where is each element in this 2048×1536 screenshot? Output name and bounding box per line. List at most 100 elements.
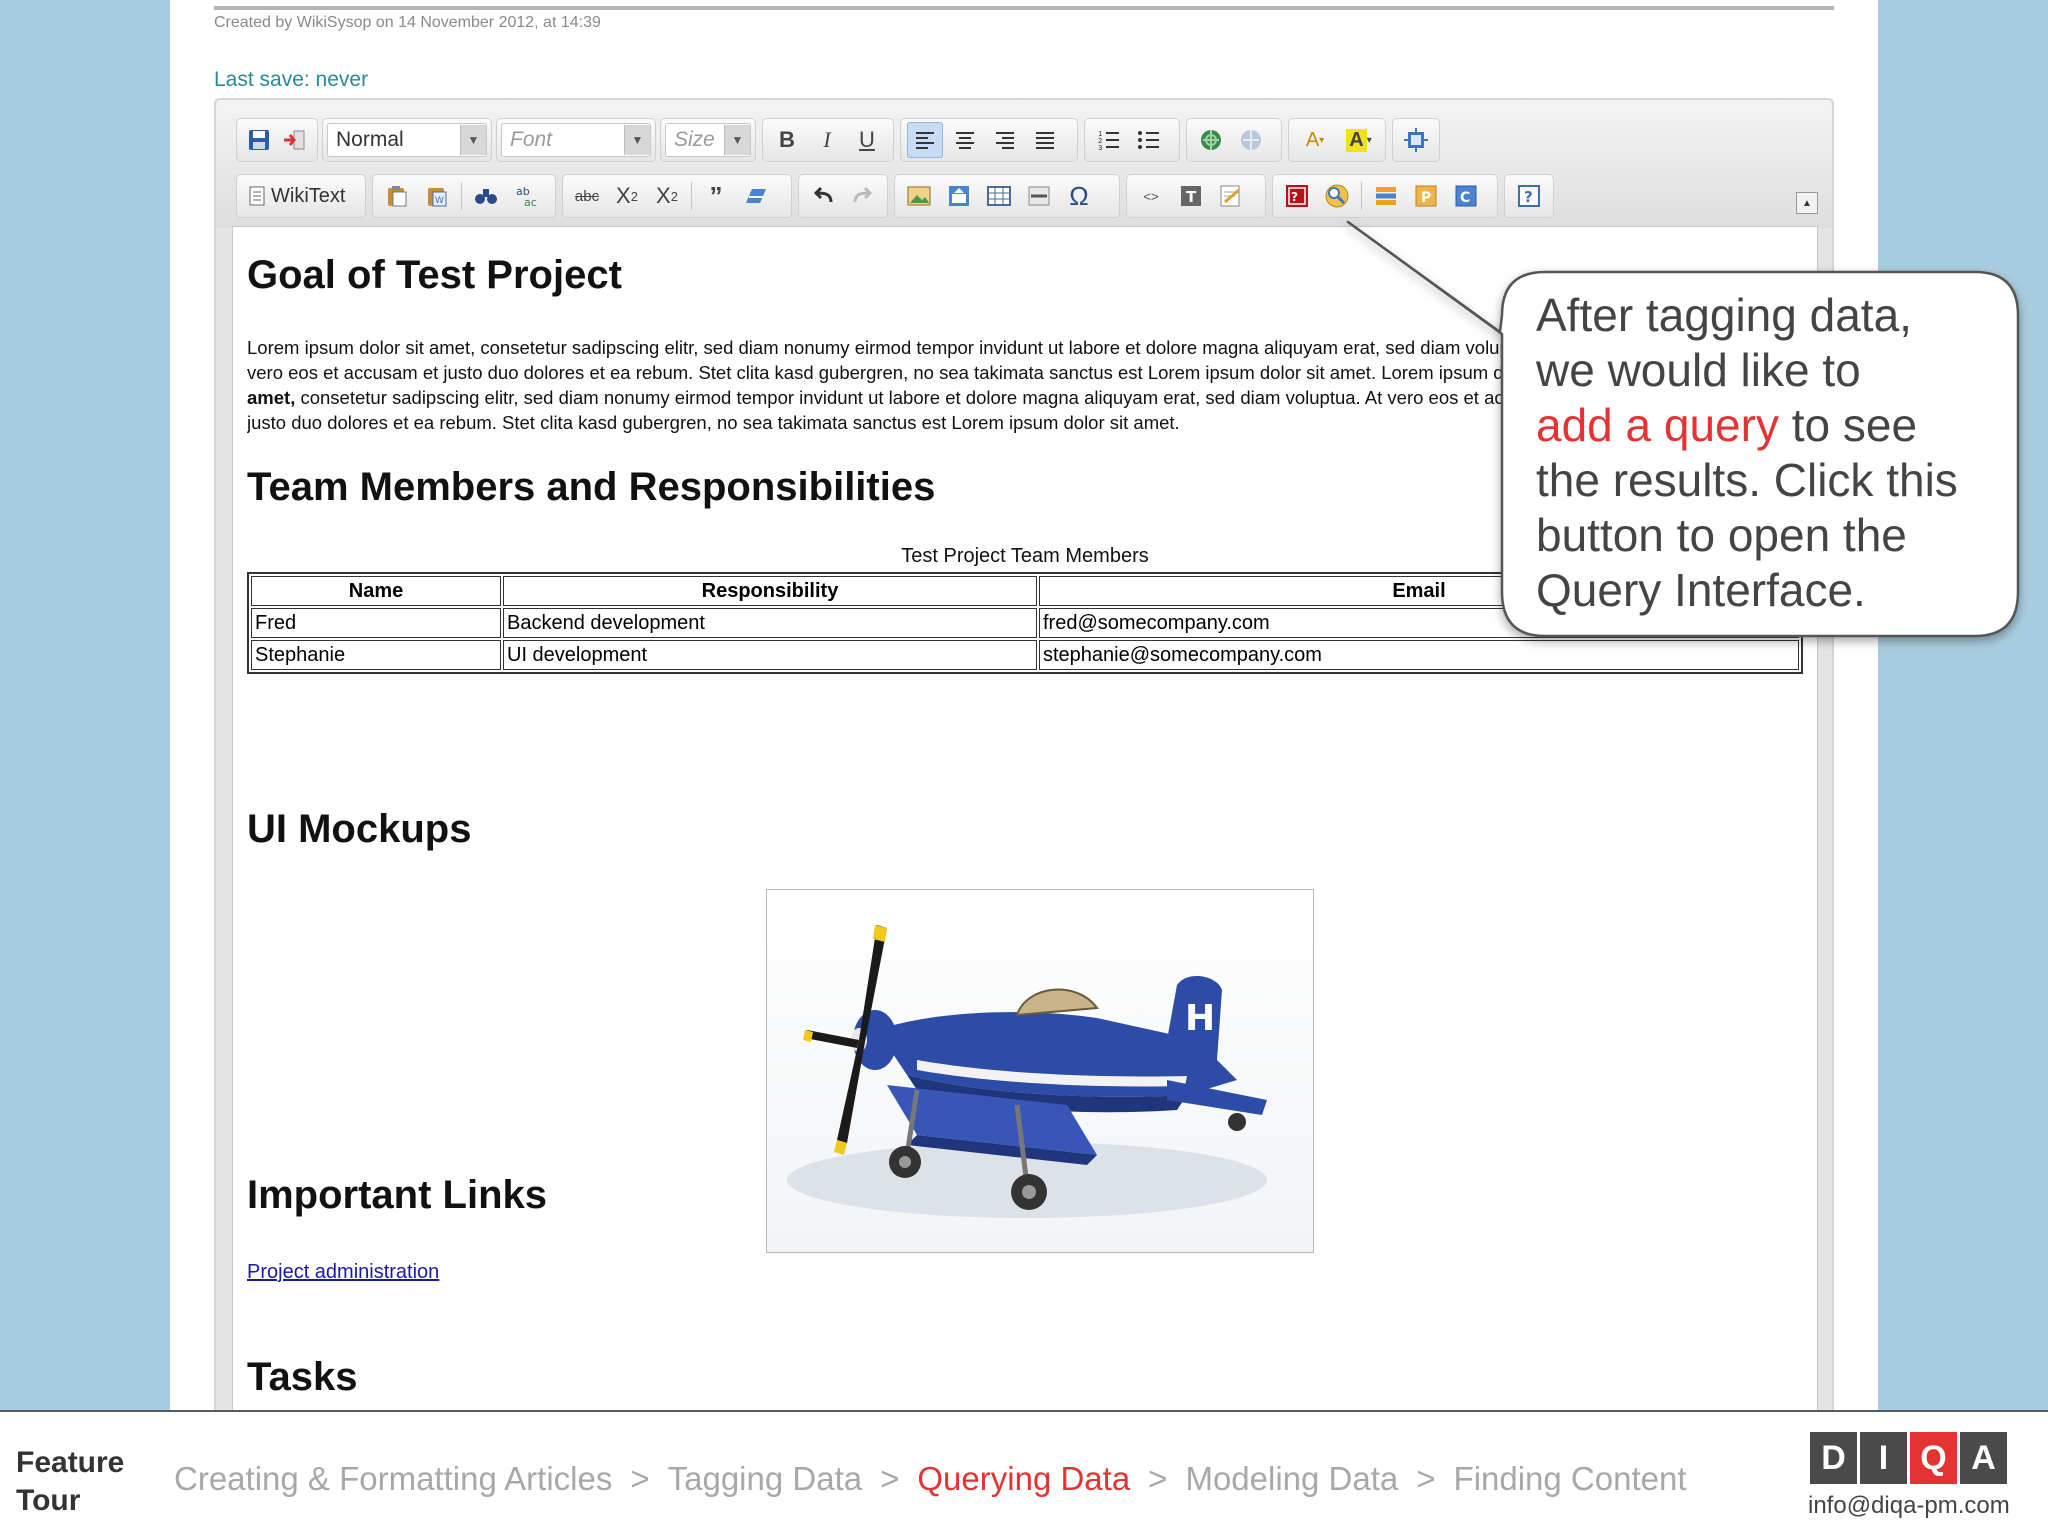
paste-icon[interactable] (379, 178, 415, 214)
paste-word-icon[interactable]: W (419, 178, 455, 214)
strikethrough-icon[interactable]: abc (569, 178, 605, 214)
bulleted-list-icon[interactable] (1131, 122, 1167, 158)
feature-tour-line: Feature (16, 1446, 125, 1479)
underline-icon[interactable]: U (849, 122, 885, 158)
align-center-icon[interactable] (947, 122, 983, 158)
exit-icon[interactable] (279, 122, 311, 158)
feature-tour-line: Tour (16, 1484, 81, 1517)
redo-icon[interactable] (845, 178, 881, 214)
toy-airplane-illustration: H (787, 925, 1267, 1218)
background-color-icon[interactable]: A ▾ (1339, 122, 1379, 158)
format-select[interactable]: Normal ▼ (327, 123, 487, 157)
contact-email: info@diqa-pm.com (1808, 1492, 2010, 1519)
links-heading: Important Links (247, 1173, 548, 1217)
breadcrumb-separator: > (880, 1460, 900, 1497)
help-icon[interactable]: ? (1511, 178, 1547, 214)
clipboard-group: W ab ac (372, 174, 556, 218)
toolbar-separator (691, 182, 692, 210)
logo-tile: Q (1910, 1432, 1957, 1484)
callout-text: After tagging data, we would like to add… (1536, 288, 2016, 618)
chevron-down-icon: ▼ (724, 125, 750, 155)
diqa-logo: D I Q A (1810, 1432, 2007, 1484)
size-placeholder: Size (674, 128, 715, 151)
font-placeholder: Font (510, 128, 553, 151)
table-cell: Backend development (503, 608, 1037, 638)
svg-text:T: T (1186, 188, 1197, 206)
editor-toolbar: Normal ▼ Font ▼ Size ▼ B I U 1 2 3 A ▾ A… (216, 100, 1832, 228)
svg-text:W: W (435, 196, 444, 206)
maximize-group (1392, 118, 1440, 162)
save-icon[interactable] (243, 122, 275, 158)
tour-step-finding[interactable]: Finding Content (1454, 1460, 1687, 1498)
semantic-toolbar-icon[interactable] (1319, 178, 1355, 214)
unlink-icon[interactable] (1233, 122, 1269, 158)
upload-icon[interactable] (941, 178, 977, 214)
table-cell: stephanie@somecompany.com (1039, 640, 1799, 670)
category-icon[interactable] (1368, 178, 1404, 214)
source-icon[interactable]: <> (1133, 178, 1169, 214)
table-cell: Fred (251, 608, 501, 638)
size-select[interactable]: Size ▼ (665, 123, 751, 157)
query-interface-icon[interactable]: ? (1279, 178, 1315, 214)
tour-step-querying[interactable]: Querying Data (917, 1460, 1130, 1498)
blockquote-icon[interactable]: ” (698, 178, 734, 214)
lorem-line: consetetur sadipscing elitr, sed diam no… (300, 387, 1579, 408)
svg-text:ac: ac (524, 196, 537, 208)
text-effects-group: abc X2 X2 ” (562, 174, 792, 218)
svg-text:H: H (1185, 998, 1215, 1039)
text-color-icon[interactable]: A ▾ (1295, 122, 1335, 158)
airplane-mockup-image[interactable]: H (766, 889, 1314, 1253)
align-group (900, 118, 1078, 162)
created-by-text: Created by WikiSysop on 14 November 2012… (214, 14, 601, 31)
goal-heading: Goal of Test Project (247, 253, 622, 297)
breadcrumb-separator: > (1416, 1460, 1436, 1497)
tour-step-creating[interactable]: Creating & Formatting Articles (174, 1460, 612, 1498)
link-group (1186, 118, 1282, 162)
font-select[interactable]: Font ▼ (501, 123, 651, 157)
find-icon[interactable] (468, 178, 504, 214)
superscript-icon[interactable]: X2 (649, 178, 685, 214)
tasks-heading: Tasks (247, 1355, 358, 1399)
tour-step-tagging[interactable]: Tagging Data (668, 1460, 862, 1498)
svg-text:P: P (1421, 190, 1431, 206)
justify-icon[interactable] (1027, 122, 1063, 158)
wikitext-group: WikiText (236, 174, 366, 218)
link-icon[interactable] (1193, 122, 1229, 158)
text-style-group: B I U (762, 118, 894, 162)
callout-line: button to open the (1536, 509, 1907, 561)
wikitext-toggle-button[interactable]: WikiText (243, 185, 351, 208)
replace-icon[interactable]: ab ac (508, 178, 544, 214)
property-icon[interactable]: P (1408, 178, 1444, 214)
template-icon[interactable]: T (1173, 178, 1209, 214)
svg-text:C: C (1460, 190, 1470, 206)
table-icon[interactable] (981, 178, 1017, 214)
maximize-icon[interactable] (1399, 122, 1433, 158)
numbered-list-icon[interactable]: 123 (1091, 122, 1127, 158)
horizontal-rule-icon[interactable] (1021, 178, 1057, 214)
color-group: A ▾ A ▾ (1288, 118, 1386, 162)
save-group (236, 118, 318, 162)
team-heading: Team Members and Responsibilities (247, 465, 936, 509)
bold-icon[interactable]: B (769, 122, 805, 158)
concept-icon[interactable]: C (1448, 178, 1484, 214)
font-group: Font ▼ (496, 118, 656, 162)
collapse-toolbar-button[interactable]: ▲ (1796, 192, 1818, 214)
align-left-icon[interactable] (907, 122, 943, 158)
insert-group: Ω (894, 174, 1120, 218)
tour-step-modeling[interactable]: Modeling Data (1185, 1460, 1398, 1498)
remove-format-icon[interactable] (738, 178, 774, 214)
align-right-icon[interactable] (987, 122, 1023, 158)
callout-line: Query Interface. (1536, 564, 1866, 616)
size-group: Size ▼ (660, 118, 756, 162)
image-icon[interactable] (901, 178, 937, 214)
italic-icon[interactable]: I (809, 122, 845, 158)
toolbar-separator (461, 182, 462, 210)
subscript-icon[interactable]: X2 (609, 178, 645, 214)
signature-icon[interactable] (1213, 178, 1249, 214)
table-row: Stephanie UI development stephanie@somec… (251, 640, 1799, 670)
wikitext-label: WikiText (271, 184, 346, 207)
source-group: <> T (1126, 174, 1266, 218)
project-administration-link[interactable]: Project administration (247, 1261, 439, 1284)
special-char-icon[interactable]: Ω (1061, 178, 1097, 214)
undo-icon[interactable] (805, 178, 841, 214)
